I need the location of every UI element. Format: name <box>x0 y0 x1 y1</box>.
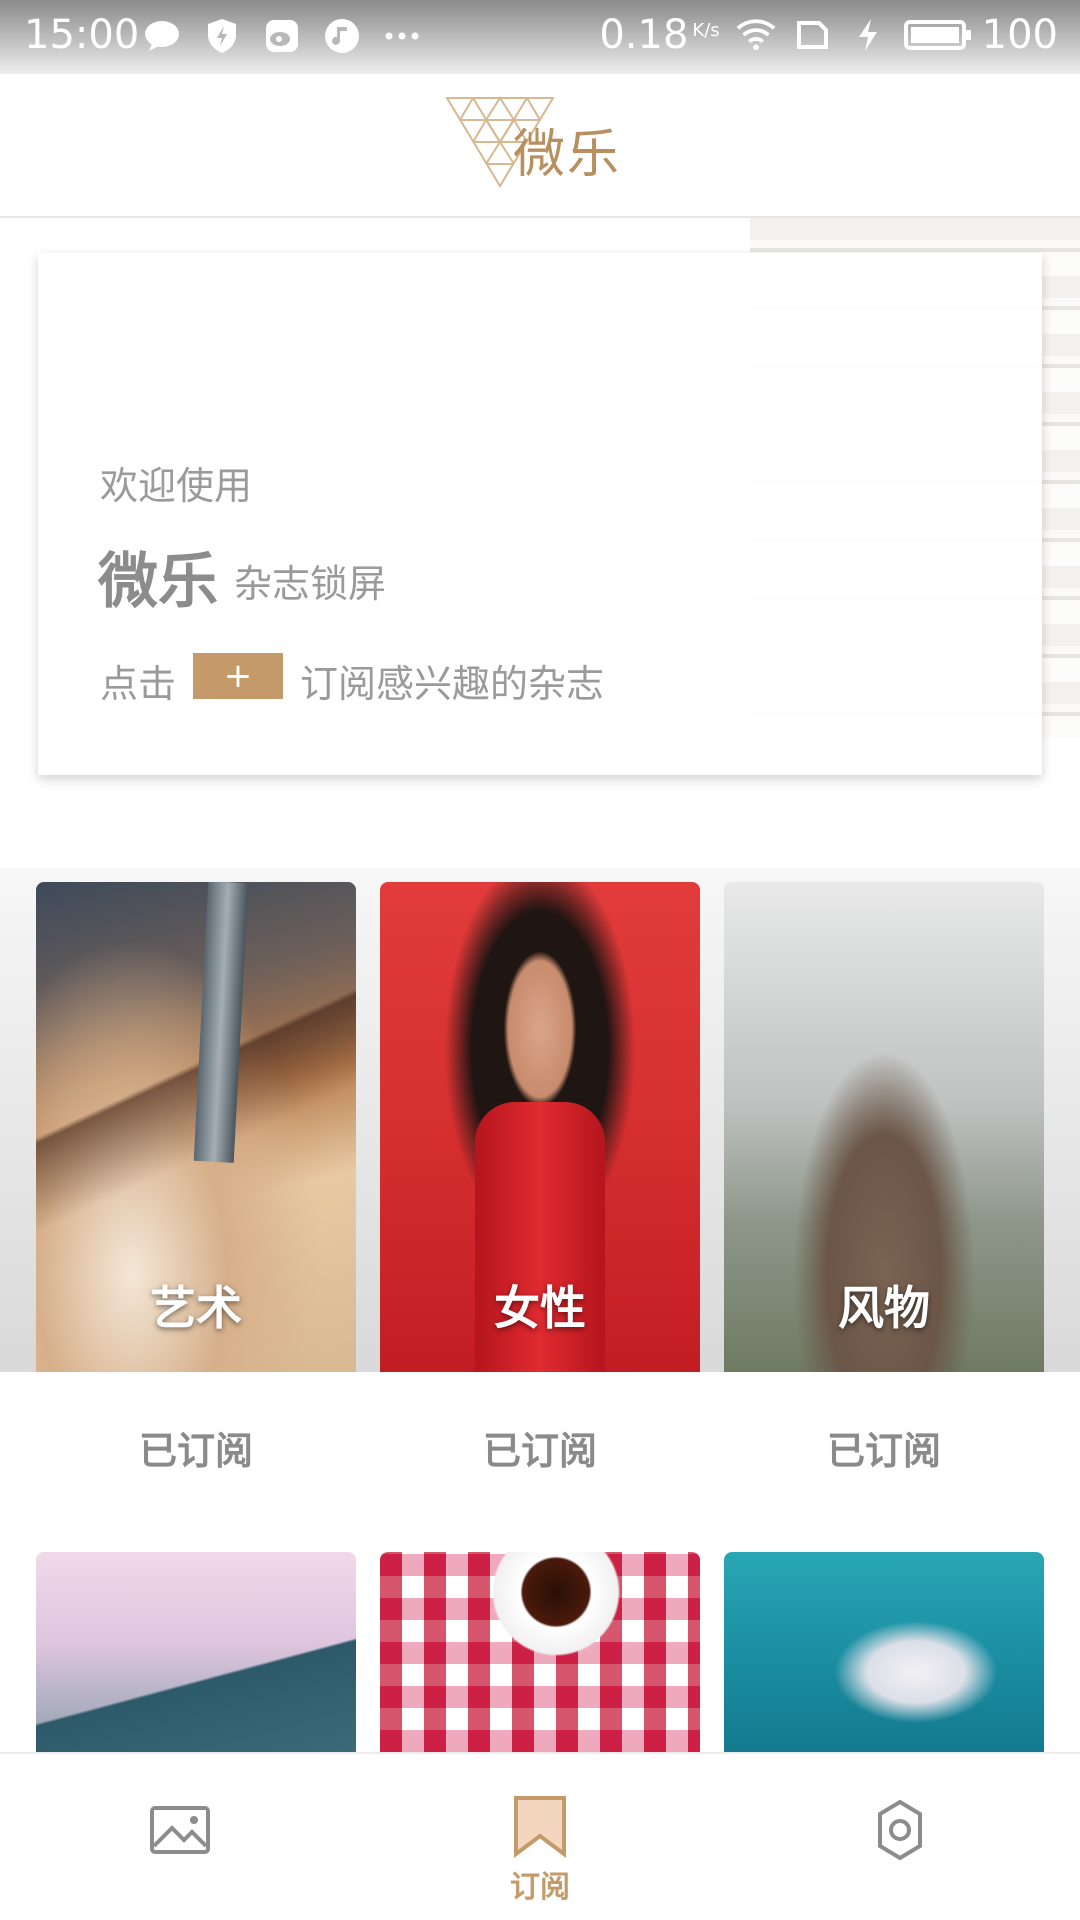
magazine-label: 艺术 <box>150 1281 242 1335</box>
charging-icon <box>848 15 888 55</box>
battery-icon <box>903 20 971 50</box>
magazine-card-water[interactable] <box>724 1552 1044 1752</box>
nav-item-gallery[interactable] <box>0 1754 360 1920</box>
app-header: 微乐 <box>0 74 1080 218</box>
logo-text: 微乐 <box>513 125 622 185</box>
magazine-label: 风物 <box>838 1281 930 1335</box>
magazine-row: 艺术 女性 风物 <box>0 868 1080 1372</box>
wifi-icon <box>736 15 776 55</box>
subscribed-button[interactable]: 已订阅 <box>36 1420 356 1475</box>
status-bar: 15:00 0.18 K/s 100 <box>0 0 1080 74</box>
no-sim-icon <box>792 15 832 55</box>
bottom-nav: 订阅 <box>0 1752 1080 1920</box>
speed-unit: K/s <box>692 19 720 41</box>
more-icon <box>382 16 422 56</box>
welcome-card: 欢迎使用 微乐 杂志锁屏 点击 + 订阅感兴趣的杂志 <box>38 253 1042 775</box>
magazine-label: 女性 <box>494 1281 586 1335</box>
tip-suffix: 订阅感兴趣的杂志 <box>300 662 605 706</box>
settings-icon <box>878 1799 922 1861</box>
welcome-banner: 欢迎使用 微乐 杂志锁屏 点击 + 订阅感兴趣的杂志 <box>0 218 1080 868</box>
shield-icon <box>202 16 242 56</box>
add-subscription-button[interactable]: + <box>193 653 283 699</box>
welcome-brand: 微乐 <box>98 547 218 617</box>
status-time: 15:00 <box>24 12 140 58</box>
subscribed-button[interactable]: 已订阅 <box>380 1420 700 1475</box>
magazine-card-teatime[interactable] <box>380 1552 700 1752</box>
network-speed: 0.18 <box>599 12 689 58</box>
magazine-card-things[interactable]: 风物 <box>724 882 1044 1372</box>
battery-percent: 100 <box>981 12 1058 58</box>
magazine-row-2 <box>0 1552 1080 1752</box>
welcome-subtitle: 杂志锁屏 <box>234 562 387 606</box>
nav-item-subscribe[interactable]: 订阅 <box>360 1754 720 1920</box>
welcome-greeting: 欢迎使用 <box>100 464 253 508</box>
tip-prefix: 点击 <box>100 662 177 706</box>
magazine-card-art[interactable]: 艺术 <box>36 882 356 1372</box>
subscription-status-row: 已订阅 已订阅 已订阅 <box>0 1372 1080 1552</box>
weibo-icon <box>262 16 302 56</box>
screen: 15:00 0.18 K/s 100 微乐 欢迎使用 微乐 杂志锁屏 点击 + … <box>0 0 1080 1920</box>
chat-icon <box>142 16 182 56</box>
music-icon <box>322 16 362 56</box>
image-icon <box>150 1806 210 1854</box>
paintbrush-image <box>193 882 249 1163</box>
nav-label-subscribe: 订阅 <box>510 1870 570 1905</box>
nav-item-settings[interactable] <box>720 1754 1080 1920</box>
magazine-card-mountain[interactable] <box>36 1552 356 1752</box>
subscribed-button[interactable]: 已订阅 <box>724 1420 1044 1475</box>
app-logo: 微乐 <box>445 90 635 200</box>
bookmark-icon <box>514 1796 566 1858</box>
magazine-card-women[interactable]: 女性 <box>380 882 700 1372</box>
